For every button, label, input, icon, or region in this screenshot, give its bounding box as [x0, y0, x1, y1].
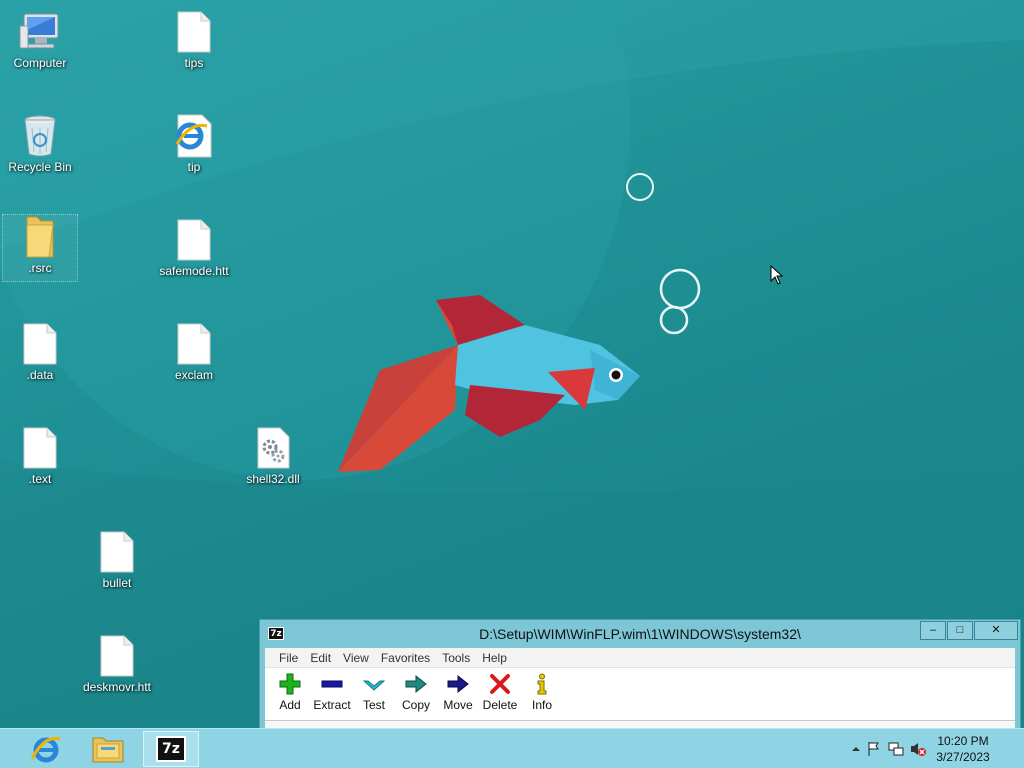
desktop-icon-label: deskmovr.htt — [82, 680, 152, 694]
test-check-icon — [362, 672, 386, 696]
copy-arrow-icon — [404, 672, 428, 696]
info-button[interactable]: Info — [521, 672, 563, 720]
desktop-icon-label: Computer — [13, 56, 67, 70]
window-titlebar[interactable]: 7z D:\Setup\WIM\WinFLP.wim\1\WINDOWS\sys… — [260, 620, 1020, 648]
move-arrow-icon — [446, 672, 470, 696]
copy-button[interactable]: Copy — [395, 672, 437, 720]
volume-muted-icon[interactable] — [910, 741, 926, 757]
desktop-icon-text[interactable]: .text — [2, 426, 78, 494]
taskbar: 7z 10:20 PM 3/27/2023 — [0, 728, 1024, 768]
extract-minus-icon — [320, 672, 344, 696]
system-tray: 10:20 PM 3/27/2023 — [824, 729, 1024, 768]
menu-edit[interactable]: Edit — [304, 648, 337, 667]
menu-help[interactable]: Help — [476, 648, 513, 667]
desktop-icon-label: .text — [28, 472, 52, 486]
document-icon — [93, 634, 141, 678]
desktop-icon-label: .rsrc — [28, 261, 52, 275]
desktop-icon-bullet[interactable]: bullet — [79, 530, 155, 598]
extract-button[interactable]: Extract — [311, 672, 353, 720]
desktop-icon-label: exclam — [174, 368, 213, 382]
window-client-area: File Edit View Favorites Tools Help Add — [265, 648, 1015, 728]
taskbar-7zip[interactable]: 7z — [143, 731, 199, 767]
move-button-label: Move — [443, 698, 473, 712]
file-explorer-icon — [92, 737, 124, 763]
taskbar-clock[interactable]: 10:20 PM 3/27/2023 — [928, 733, 998, 765]
desktop-icon-label: bullet — [102, 576, 132, 590]
desktop-icon-computer[interactable]: Computer — [2, 10, 78, 78]
document-icon — [16, 426, 64, 470]
test-button[interactable]: Test — [353, 672, 395, 720]
maximize-button[interactable]: □ — [947, 621, 973, 640]
document-icon — [170, 10, 218, 54]
desktop-icon-label: .data — [26, 368, 54, 382]
delete-button[interactable]: Delete — [479, 672, 521, 720]
network-icon[interactable] — [888, 741, 904, 757]
desktop-icon-tips[interactable]: tips — [156, 10, 232, 78]
desktop-icon-rsrc[interactable]: .rsrc — [2, 214, 78, 282]
desktop-icon-label: safemode.htt — [159, 264, 229, 278]
document-icon — [16, 322, 64, 366]
address-bar[interactable] — [265, 720, 1015, 728]
desktop-icon-label: tip — [187, 160, 201, 174]
folder-icon — [16, 215, 64, 259]
minimize-button[interactable]: – — [920, 621, 946, 640]
7zip-file-manager-window[interactable]: 7z D:\Setup\WIM\WinFLP.wim\1\WINDOWS\sys… — [259, 619, 1021, 728]
action-center-flag-icon[interactable] — [866, 741, 882, 757]
desktop-icon-tip[interactable]: tip — [156, 114, 232, 182]
add-button-label: Add — [279, 698, 301, 712]
computer-icon — [16, 10, 64, 54]
desktop-icon-recycle-bin[interactable]: Recycle Bin — [2, 114, 78, 182]
info-button-label: Info — [531, 698, 552, 712]
desktop-icon-label: shell32.dll — [246, 472, 300, 486]
7zip-icon: 7z — [156, 736, 186, 762]
menu-view[interactable]: View — [337, 648, 375, 667]
internet-explorer-document-icon — [170, 114, 218, 158]
menu-favorites[interactable]: Favorites — [375, 648, 436, 667]
internet-explorer-icon — [30, 736, 61, 763]
desktop-icon-exclam[interactable]: exclam — [156, 322, 232, 390]
taskbar-file-explorer[interactable] — [80, 731, 136, 767]
clock-time: 10:20 PM — [937, 734, 989, 748]
dll-settings-icon — [249, 426, 297, 470]
desktop-icon-deskmovr[interactable]: deskmovr.htt — [79, 634, 155, 702]
mouse-cursor-icon — [770, 265, 784, 285]
menu-file[interactable]: File — [273, 648, 304, 667]
close-button[interactable]: ✕ — [974, 621, 1018, 640]
desktop-icon-shell32[interactable]: shell32.dll — [235, 426, 311, 494]
delete-button-label: Delete — [482, 698, 518, 712]
desktop-icon-label: tips — [184, 56, 204, 70]
recycle-bin-icon — [16, 114, 64, 158]
taskbar-internet-explorer[interactable] — [18, 731, 74, 767]
info-icon — [530, 672, 554, 696]
desktop-icon-data[interactable]: .data — [2, 322, 78, 390]
test-button-label: Test — [362, 698, 385, 712]
desktop: Computer tips Recycle Bin tip .rsrc safe… — [0, 0, 1024, 728]
desktop-icon-safemode[interactable]: safemode.htt — [156, 218, 232, 286]
clock-date: 3/27/2023 — [936, 750, 990, 764]
extract-button-label: Extract — [313, 698, 351, 712]
menu-bar: File Edit View Favorites Tools Help — [265, 648, 1015, 668]
document-icon — [170, 218, 218, 262]
window-title: D:\Setup\WIM\WinFLP.wim\1\WINDOWS\system… — [479, 626, 801, 642]
move-button[interactable]: Move — [437, 672, 479, 720]
add-plus-icon — [278, 672, 302, 696]
toolbar: Add Extract Test Copy Move Delete Info — [265, 668, 1015, 720]
document-icon — [93, 530, 141, 574]
desktop-icon-label: Recycle Bin — [8, 160, 72, 174]
add-button[interactable]: Add — [269, 672, 311, 720]
menu-tools[interactable]: Tools — [436, 648, 476, 667]
document-icon — [170, 322, 218, 366]
show-hidden-icons-chevron-icon[interactable] — [848, 741, 864, 757]
copy-button-label: Copy — [401, 698, 430, 712]
delete-x-icon — [488, 672, 512, 696]
